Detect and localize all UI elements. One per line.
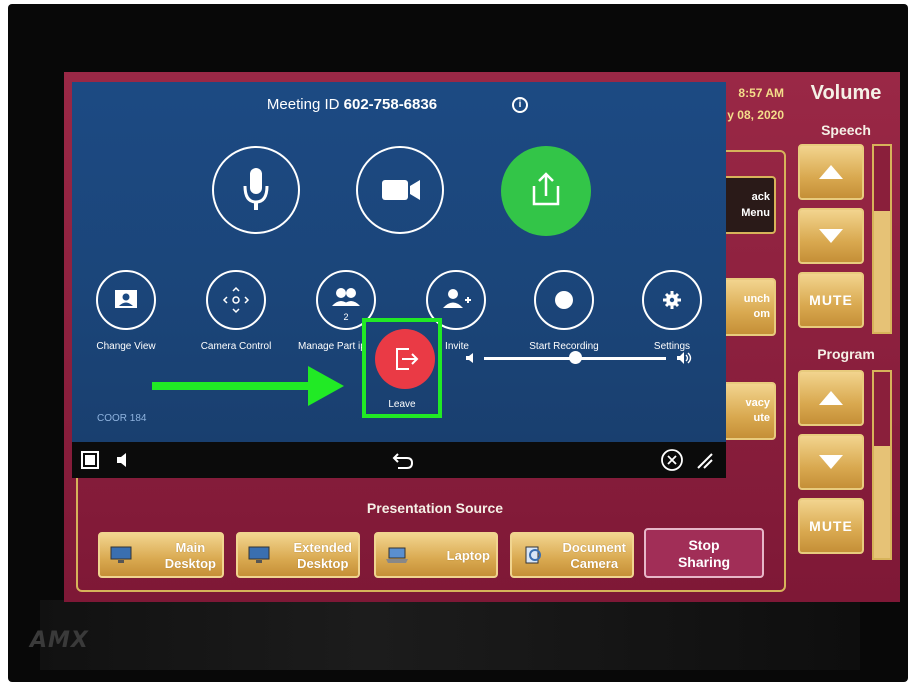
back-arrow-icon[interactable] [390,448,416,472]
video-camera-icon [382,180,420,200]
amx-logo: AMX [30,628,89,653]
privacy-mute-button[interactable]: vacy ute [718,382,776,440]
camera-control-label: Camera Control [200,341,272,352]
volume-high-icon [677,352,692,364]
back-to-menu-button[interactable]: ack Menu [718,176,776,234]
meeting-id: Meeting ID 602-758-6836 [266,96,438,113]
change-view-icon [115,290,137,308]
presentation-source-title: Presentation Source [366,500,504,516]
annotation-arrow-head [308,366,344,406]
room-name: COOR 184 [97,413,147,424]
leave-button[interactable] [375,329,435,389]
program-volume-bar[interactable] [872,370,892,560]
monitor-icon [110,546,132,563]
zoom-volume-slider-knob[interactable] [569,351,582,364]
down-arrow-icon [819,229,843,243]
volume-title: Volume [810,82,882,104]
speech-mute-button[interactable]: MUTE [798,272,864,328]
leave-label: Leave [388,399,416,410]
up-arrow-icon [819,165,843,179]
extended-desktop-button[interactable]: Extended Desktop [236,532,360,578]
program-mute-button[interactable]: MUTE [798,498,864,554]
start-recording-label: Start Recording [529,341,599,352]
program-volume-down-button[interactable] [798,434,864,490]
speech-volume-down-button[interactable] [798,208,864,264]
monitor-icon [248,546,270,563]
zoom-control-panel: Meeting ID 602-758-6836 i Change View Ca… [72,82,726,442]
volume-low-icon [466,353,473,363]
settings-button[interactable] [642,270,702,330]
clock-date: y 08, 2020 [727,108,784,122]
info-icon[interactable]: i [512,97,528,113]
microphone-icon [243,168,269,210]
document-camera-button[interactable]: Document Camera [510,532,634,578]
meeting-id-number: 602-758-6836 [343,96,438,113]
camera-control-icon [222,286,250,314]
record-icon [555,291,573,309]
program-label: Program [817,346,875,362]
laptop-icon [386,547,408,563]
camera-control-button[interactable] [206,270,266,330]
clock-time: 8:57 AM [738,86,784,100]
document-camera-icon [525,546,541,564]
share-screen-icon [532,172,560,206]
stop-square-icon[interactable] [80,450,100,470]
android-system-bar [72,442,726,478]
main-desktop-button[interactable]: Main Desktop [98,532,224,578]
annotation-arrow-shaft [152,382,312,390]
up-arrow-icon [819,391,843,405]
zoom-room-overlay: Meeting ID 602-758-6836 i Change View Ca… [72,82,726,478]
change-view-button[interactable] [96,270,156,330]
gear-icon [663,291,681,309]
speech-volume-up-button[interactable] [798,144,864,200]
speaker-icon[interactable] [114,450,134,470]
close-icon[interactable] [660,448,684,472]
change-view-label: Change View [96,341,156,352]
speech-volume-fill [874,211,890,332]
microphone-button[interactable] [212,146,300,234]
leave-icon [396,348,419,370]
program-volume-up-button[interactable] [798,370,864,426]
program-volume-fill [874,446,890,558]
speech-label: Speech [821,122,871,138]
video-button[interactable] [356,146,444,234]
resize-handle-icon[interactable] [694,450,716,472]
bezel-reflection [40,600,860,670]
volume-panel: Volume Speech MUTE Program MUTE [798,82,894,592]
speech-volume-bar[interactable] [872,144,892,334]
start-recording-button[interactable] [534,270,594,330]
launch-room-button[interactable]: unch om [718,278,776,336]
share-screen-button[interactable] [501,146,591,236]
laptop-button[interactable]: Laptop [374,532,498,578]
stop-sharing-button[interactable]: Stop Sharing [644,528,764,578]
clock: 8:57 AM y 08, 2020 [724,82,784,138]
down-arrow-icon [819,455,843,469]
